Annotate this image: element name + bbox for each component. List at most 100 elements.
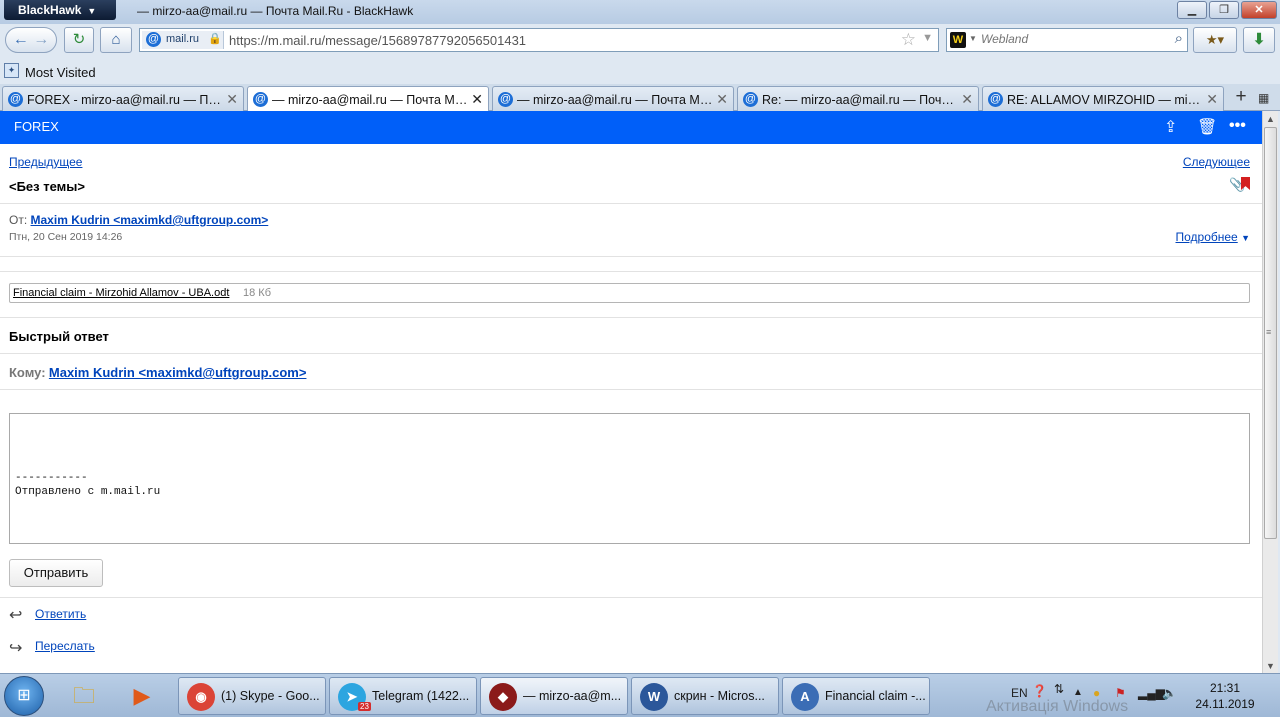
tab-re-message[interactable]: @ Re: — mirzo-aa@mail.ru — Почта ... ✕ bbox=[737, 86, 979, 111]
site-identity[interactable]: @ mail.ru 🔒 bbox=[142, 31, 224, 49]
attachment-item[interactable]: Financial claim - Mirzohid Allamov - UBA… bbox=[9, 283, 1250, 303]
mailru-favicon-icon: @ bbox=[743, 92, 758, 107]
forward-link[interactable]: Переслать bbox=[35, 639, 95, 653]
navigation-toolbar: ← → ↻ ⌂ @ mail.ru 🔒 https://m.mail.ru/me… bbox=[0, 24, 1280, 58]
media-play-icon: ▶ bbox=[133, 683, 151, 708]
reply-arrow-icon[interactable]: ↩ bbox=[9, 605, 22, 625]
flag-icon[interactable] bbox=[1241, 177, 1250, 190]
start-button[interactable]: ⊞ bbox=[4, 676, 44, 716]
mailru-favicon-icon: @ bbox=[988, 92, 1003, 107]
reply-textarea[interactable]: ----------- Отправлено с m.mail.ru bbox=[9, 413, 1250, 544]
windows-logo-icon: ⊞ bbox=[17, 687, 31, 704]
most-visited-bookmark[interactable]: Most Visited bbox=[25, 65, 96, 80]
back-forward-buttons[interactable]: ← → bbox=[5, 27, 57, 53]
tab-forex[interactable]: @ FOREX - mirzo-aa@mail.ru — Почт... ✕ bbox=[2, 86, 244, 111]
details-toggle[interactable]: Подробнее ▼ bbox=[1176, 230, 1251, 244]
search-bar[interactable]: W ▼ ⌕ bbox=[946, 28, 1188, 52]
home-button[interactable]: ⌂ bbox=[100, 27, 132, 53]
lock-icon: 🔒 bbox=[208, 33, 222, 45]
help-icon[interactable]: ❓ bbox=[1032, 684, 1047, 698]
minimize-button[interactable]: ▁ bbox=[1177, 1, 1207, 19]
scroll-down-icon[interactable]: ▼ bbox=[1266, 661, 1275, 671]
activation-watermark: Активація Windows bbox=[986, 698, 1129, 715]
divider bbox=[0, 597, 1262, 598]
most-visited-icon[interactable]: ✦ bbox=[4, 63, 19, 78]
tab-label: FOREX - mirzo-aa@mail.ru — Почт... bbox=[27, 93, 223, 107]
message-date: Птн, 20 Сен 2019 14:26 bbox=[9, 231, 123, 243]
document-icon: A bbox=[791, 683, 819, 711]
task-blackhawk[interactable]: ◆ — mirzo-aa@m... bbox=[480, 677, 628, 715]
volume-icon[interactable]: 🔈 bbox=[1162, 686, 1177, 700]
task-chrome-skype[interactable]: ◉ (1) Skype - Goo... bbox=[178, 677, 326, 715]
back-arrow-icon[interactable]: ← bbox=[13, 31, 29, 48]
new-tab-button[interactable]: + bbox=[1230, 87, 1252, 109]
close-tab-icon[interactable]: ✕ bbox=[716, 91, 728, 108]
system-clock[interactable]: 21:31 24.11.2019 bbox=[1190, 680, 1260, 712]
engine-dropdown-icon[interactable]: ▼ bbox=[969, 34, 977, 43]
restore-button[interactable]: ❐ bbox=[1209, 1, 1239, 19]
search-input[interactable] bbox=[981, 32, 1161, 46]
tray-expand-icon[interactable]: ▲ bbox=[1073, 687, 1083, 698]
divider bbox=[0, 389, 1262, 390]
trash-icon[interactable]: 🗑 bbox=[1197, 117, 1217, 137]
bookmark-star-icon[interactable]: ☆ bbox=[901, 30, 916, 50]
close-tab-icon[interactable]: ✕ bbox=[226, 91, 238, 108]
details-link[interactable]: Подробнее bbox=[1176, 230, 1238, 244]
previous-message-link[interactable]: Предыдущее bbox=[9, 155, 82, 169]
url-text[interactable]: https://m.mail.ru/message/15689787792056… bbox=[229, 33, 526, 48]
downloads-button[interactable]: ⬇ bbox=[1243, 27, 1275, 53]
close-tab-icon[interactable]: ✕ bbox=[1206, 91, 1218, 108]
send-button[interactable]: Отправить bbox=[9, 559, 103, 587]
divider bbox=[0, 353, 1262, 354]
from-label: От: bbox=[9, 213, 28, 227]
tab-active-message[interactable]: @ — mirzo-aa@mail.ru — Почта Mail... ✕ bbox=[247, 86, 489, 112]
explorer-pinned[interactable]: 🗀 bbox=[62, 678, 106, 714]
clock-date: 24.11.2019 bbox=[1195, 697, 1255, 711]
folder-name[interactable]: FOREX bbox=[14, 119, 59, 134]
tab-allamov[interactable]: @ RE: ALLAMOV MIRZOHID — mirzo-... ✕ bbox=[982, 86, 1224, 111]
reload-button[interactable]: ↻ bbox=[64, 27, 94, 53]
recipient-link[interactable]: Maxim Kudrin <maximkd@uftgroup.com> bbox=[49, 365, 307, 380]
url-dropdown-icon[interactable]: ▼ bbox=[922, 32, 933, 44]
forward-arrow-icon[interactable]: → bbox=[33, 31, 49, 48]
tab-strip: @ FOREX - mirzo-aa@mail.ru — Почт... ✕ @… bbox=[0, 84, 1280, 112]
next-message-link[interactable]: Следующее bbox=[1183, 155, 1250, 169]
forward-arrow-icon[interactable]: ↪ bbox=[9, 638, 22, 658]
close-tab-icon[interactable]: ✕ bbox=[961, 91, 973, 108]
sender-link[interactable]: Maxim Kudrin <maximkd@uftgroup.com> bbox=[31, 213, 269, 227]
signal-strength-icon[interactable]: ▂▄▆ bbox=[1138, 686, 1165, 700]
search-icon[interactable]: ⌕ bbox=[1175, 30, 1183, 47]
media-player-pinned[interactable]: ▶ bbox=[120, 678, 164, 714]
tab-message[interactable]: @ — mirzo-aa@mail.ru — Почта Mail... ✕ bbox=[492, 86, 734, 111]
network-activity-icon[interactable]: ⇅ bbox=[1054, 682, 1064, 696]
vertical-scrollbar[interactable]: ▲ ≡ ▼ bbox=[1262, 111, 1278, 673]
bookmarks-menu-button[interactable]: ★▾ bbox=[1193, 27, 1237, 53]
download-arrow-icon: ⬇ bbox=[1252, 31, 1266, 48]
move-to-folder-icon[interactable]: ⇪ bbox=[1164, 117, 1177, 137]
task-label: Financial claim -... bbox=[825, 689, 926, 703]
plus-icon: + bbox=[1235, 86, 1247, 107]
more-options-icon[interactable]: ••• bbox=[1229, 117, 1246, 135]
task-telegram[interactable]: ➤ 23 Telegram (1422... bbox=[329, 677, 477, 715]
recipient-line: Кому: Maxim Kudrin <maximkd@uftgroup.com… bbox=[9, 365, 306, 380]
reply-link[interactable]: Ответить bbox=[35, 607, 86, 621]
folder-icon: 🗀 bbox=[72, 683, 95, 708]
scroll-up-icon[interactable]: ▲ bbox=[1266, 114, 1275, 124]
app-menu-label: BlackHawk bbox=[18, 3, 82, 17]
close-tab-icon[interactable]: ✕ bbox=[471, 91, 483, 108]
task-financial-claim[interactable]: A Financial claim -... bbox=[782, 677, 930, 715]
bookmarks-icon: ★▾ bbox=[1205, 32, 1225, 47]
tab-list-button[interactable]: ▦ bbox=[1258, 91, 1269, 105]
search-engine-icon[interactable]: W bbox=[950, 32, 966, 48]
close-window-button[interactable]: ✕ bbox=[1241, 1, 1277, 19]
mailru-favicon-icon: @ bbox=[498, 92, 513, 107]
title-bar: BlackHawk ▼ — mirzo-aa@mail.ru — Почта Ma… bbox=[0, 0, 1280, 24]
attachment-name[interactable]: Financial claim - Mirzohid Allamov - UBA… bbox=[13, 287, 229, 299]
app-menu-button[interactable]: BlackHawk ▼ bbox=[4, 0, 116, 20]
home-icon: ⌂ bbox=[111, 31, 121, 48]
attachment-size: 18 Кб bbox=[243, 287, 271, 299]
windows-taskbar: ⊞ 🗀 ▶ ◉ (1) Skype - Goo... ➤ 23 Telegram… bbox=[0, 673, 1280, 717]
tab-label: RE: ALLAMOV MIRZOHID — mirzo-... bbox=[1007, 93, 1203, 107]
url-bar[interactable]: @ mail.ru 🔒 https://m.mail.ru/message/15… bbox=[139, 28, 939, 52]
task-word[interactable]: W скрин - Micros... bbox=[631, 677, 779, 715]
